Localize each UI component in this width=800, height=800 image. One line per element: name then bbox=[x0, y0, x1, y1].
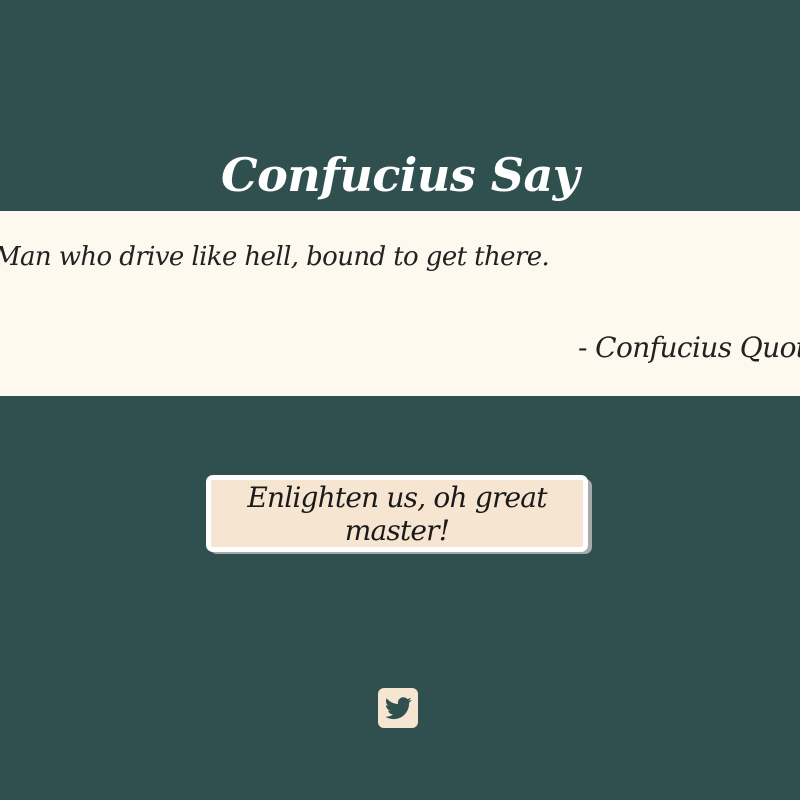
app-root: Confucius Say Man who drive like hell, b… bbox=[0, 0, 800, 800]
page-title: Confucius Say bbox=[220, 147, 580, 202]
quote-author: - Confucius Quote 15 bbox=[578, 331, 800, 364]
tweet-quote-button[interactable] bbox=[378, 688, 418, 728]
quote-box: Man who drive like hell, bound to get th… bbox=[0, 211, 800, 396]
quote-text: Man who drive like hell, bound to get th… bbox=[0, 242, 550, 272]
new-quote-button[interactable]: Enlighten us, oh great master! bbox=[206, 475, 588, 552]
twitter-bird-icon bbox=[384, 694, 412, 722]
